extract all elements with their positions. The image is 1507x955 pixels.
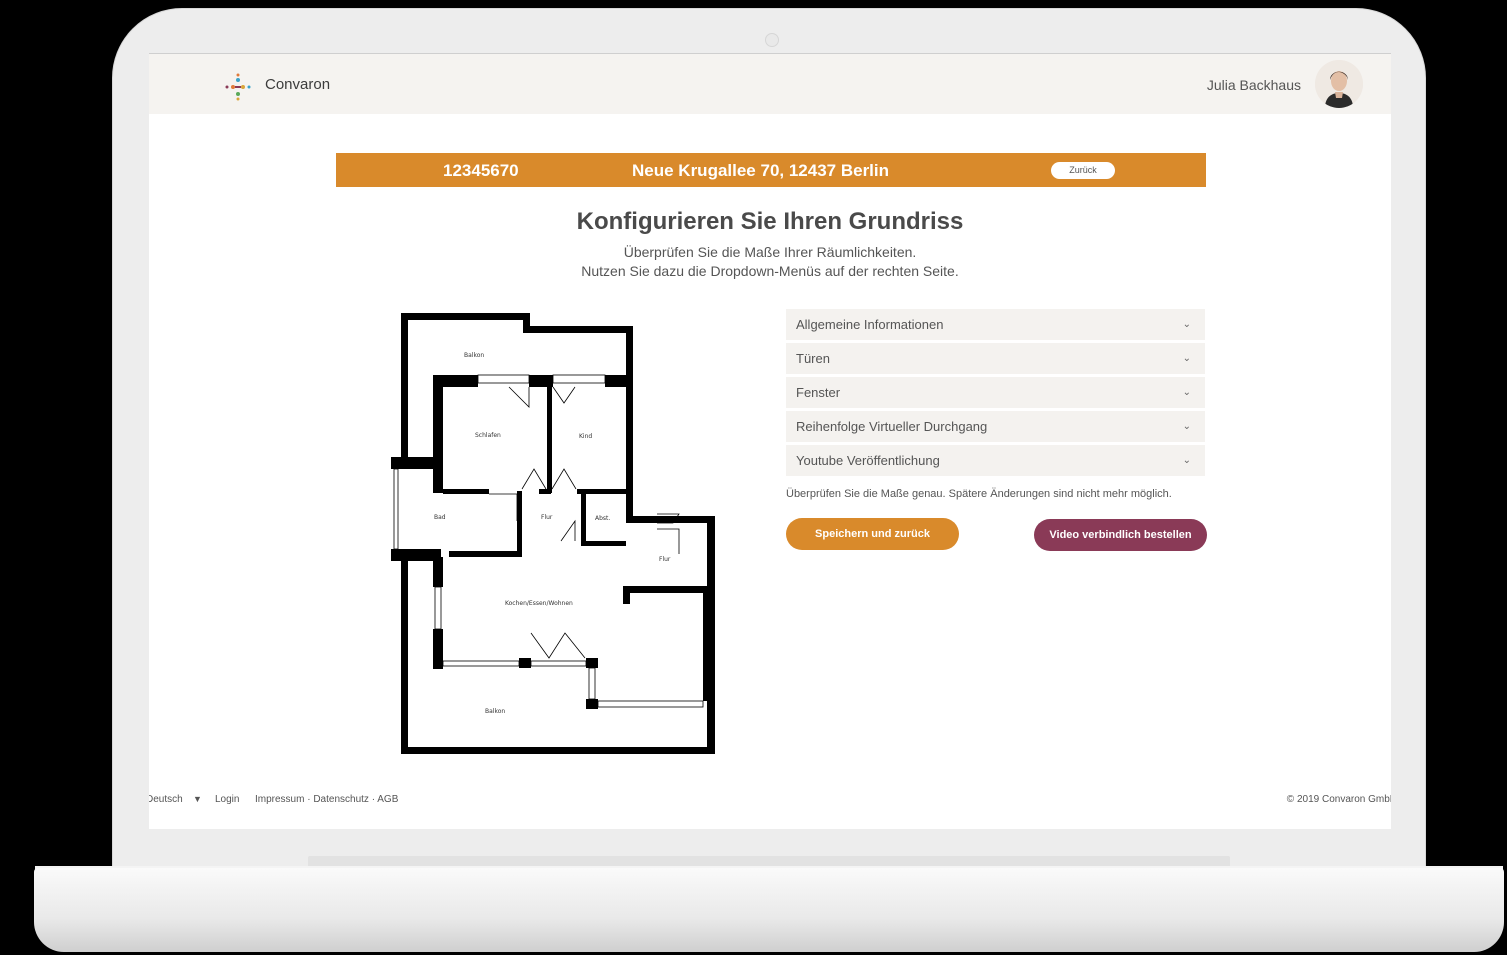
- user-name[interactable]: Julia Backhaus: [1207, 77, 1301, 93]
- accordion-label: Youtube Veröffentlichung: [796, 453, 940, 468]
- page-subtitle-line1: Überprüfen Sie die Maße Ihrer Räumlichke…: [623, 244, 917, 260]
- laptop-base: [34, 868, 1504, 952]
- top-bar: Convaron Julia Backhaus: [149, 54, 1391, 114]
- room-label: Flur: [541, 514, 553, 521]
- page-subtitle-line2: Nutzen Sie dazu die Dropdown-Menüs auf d…: [581, 263, 959, 279]
- accordion-label: Allgemeine Informationen: [796, 317, 944, 332]
- room-label: Bad: [434, 514, 446, 521]
- room-label: Kind: [579, 433, 592, 440]
- camera: [765, 33, 779, 47]
- accordion-label: Reihenfolge Virtueller Durchgang: [796, 419, 988, 434]
- accordion-label: Fenster: [796, 385, 841, 400]
- order-video-button[interactable]: Video verbindlich bestellen: [1034, 519, 1207, 551]
- login-link[interactable]: Login: [215, 794, 239, 805]
- property-id: 12345670: [443, 161, 519, 180]
- floorplan: Balkon Schlafen Kind Bad Flur Abst. Flur…: [391, 313, 715, 754]
- config-accordion: Allgemeine Informationen ⌄ Türen ⌄ Fenst…: [786, 309, 1205, 479]
- room-label: Balkon: [485, 708, 505, 715]
- floorplan-labels: Balkon Schlafen Kind Bad Flur Abst. Flur…: [434, 352, 671, 715]
- room-label: Flur: [659, 556, 671, 563]
- page-title: Konfigurieren Sie Ihren Grundriss: [576, 208, 964, 235]
- accordion-reihenfolge[interactable]: Reihenfolge Virtueller Durchgang ⌄: [786, 411, 1205, 442]
- room-label: Balkon: [464, 352, 484, 359]
- measurement-hint: Überprüfen Sie die Maße genau. Spätere Ä…: [786, 488, 1172, 500]
- save-and-back-button[interactable]: Speichern und zurück: [786, 518, 959, 550]
- accordion-youtube[interactable]: Youtube Veröffentlichung ⌄: [786, 445, 1205, 476]
- brand-name: Convaron: [265, 76, 331, 93]
- caret-down-icon[interactable]: ▼: [193, 794, 202, 804]
- accordion-fenster[interactable]: Fenster ⌄: [786, 377, 1205, 408]
- back-button[interactable]: Zurück: [1051, 162, 1115, 179]
- accordion-tueren[interactable]: Türen ⌄: [786, 343, 1205, 374]
- accordion-label: Türen: [796, 351, 830, 366]
- convaron-logo-icon[interactable]: [221, 70, 255, 104]
- copyright: © 2019 Convaron GmbH: [1286, 794, 1391, 805]
- room-label: Schlafen: [475, 432, 501, 439]
- screen: Convaron Julia Backhaus 12345670 Neue Kr…: [149, 53, 1391, 829]
- room-label: Abst.: [595, 515, 610, 522]
- chevron-down-icon: ⌄: [1182, 319, 1191, 330]
- room-label: Kochen/Essen/Wohnen: [505, 600, 573, 607]
- chevron-down-icon: ⌄: [1182, 353, 1191, 364]
- accordion-allgemeine-informationen[interactable]: Allgemeine Informationen ⌄: [786, 309, 1205, 340]
- chevron-down-icon: ⌄: [1182, 421, 1191, 432]
- laptop-mockup: Convaron Julia Backhaus 12345670 Neue Kr…: [0, 0, 1507, 955]
- avatar[interactable]: [1315, 60, 1363, 108]
- property-address: Neue Krugallee 70, 12437 Berlin: [632, 161, 890, 180]
- address-bar: 12345670 Neue Krugallee 70, 12437 Berlin…: [336, 153, 1206, 187]
- legal-links[interactable]: Impressum · Datenschutz · AGB: [255, 794, 398, 805]
- chevron-down-icon: ⌄: [1182, 387, 1191, 398]
- chevron-down-icon: ⌄: [1182, 455, 1191, 466]
- language-select[interactable]: Deutsch: [149, 794, 183, 805]
- avatar-icon: [1315, 60, 1363, 108]
